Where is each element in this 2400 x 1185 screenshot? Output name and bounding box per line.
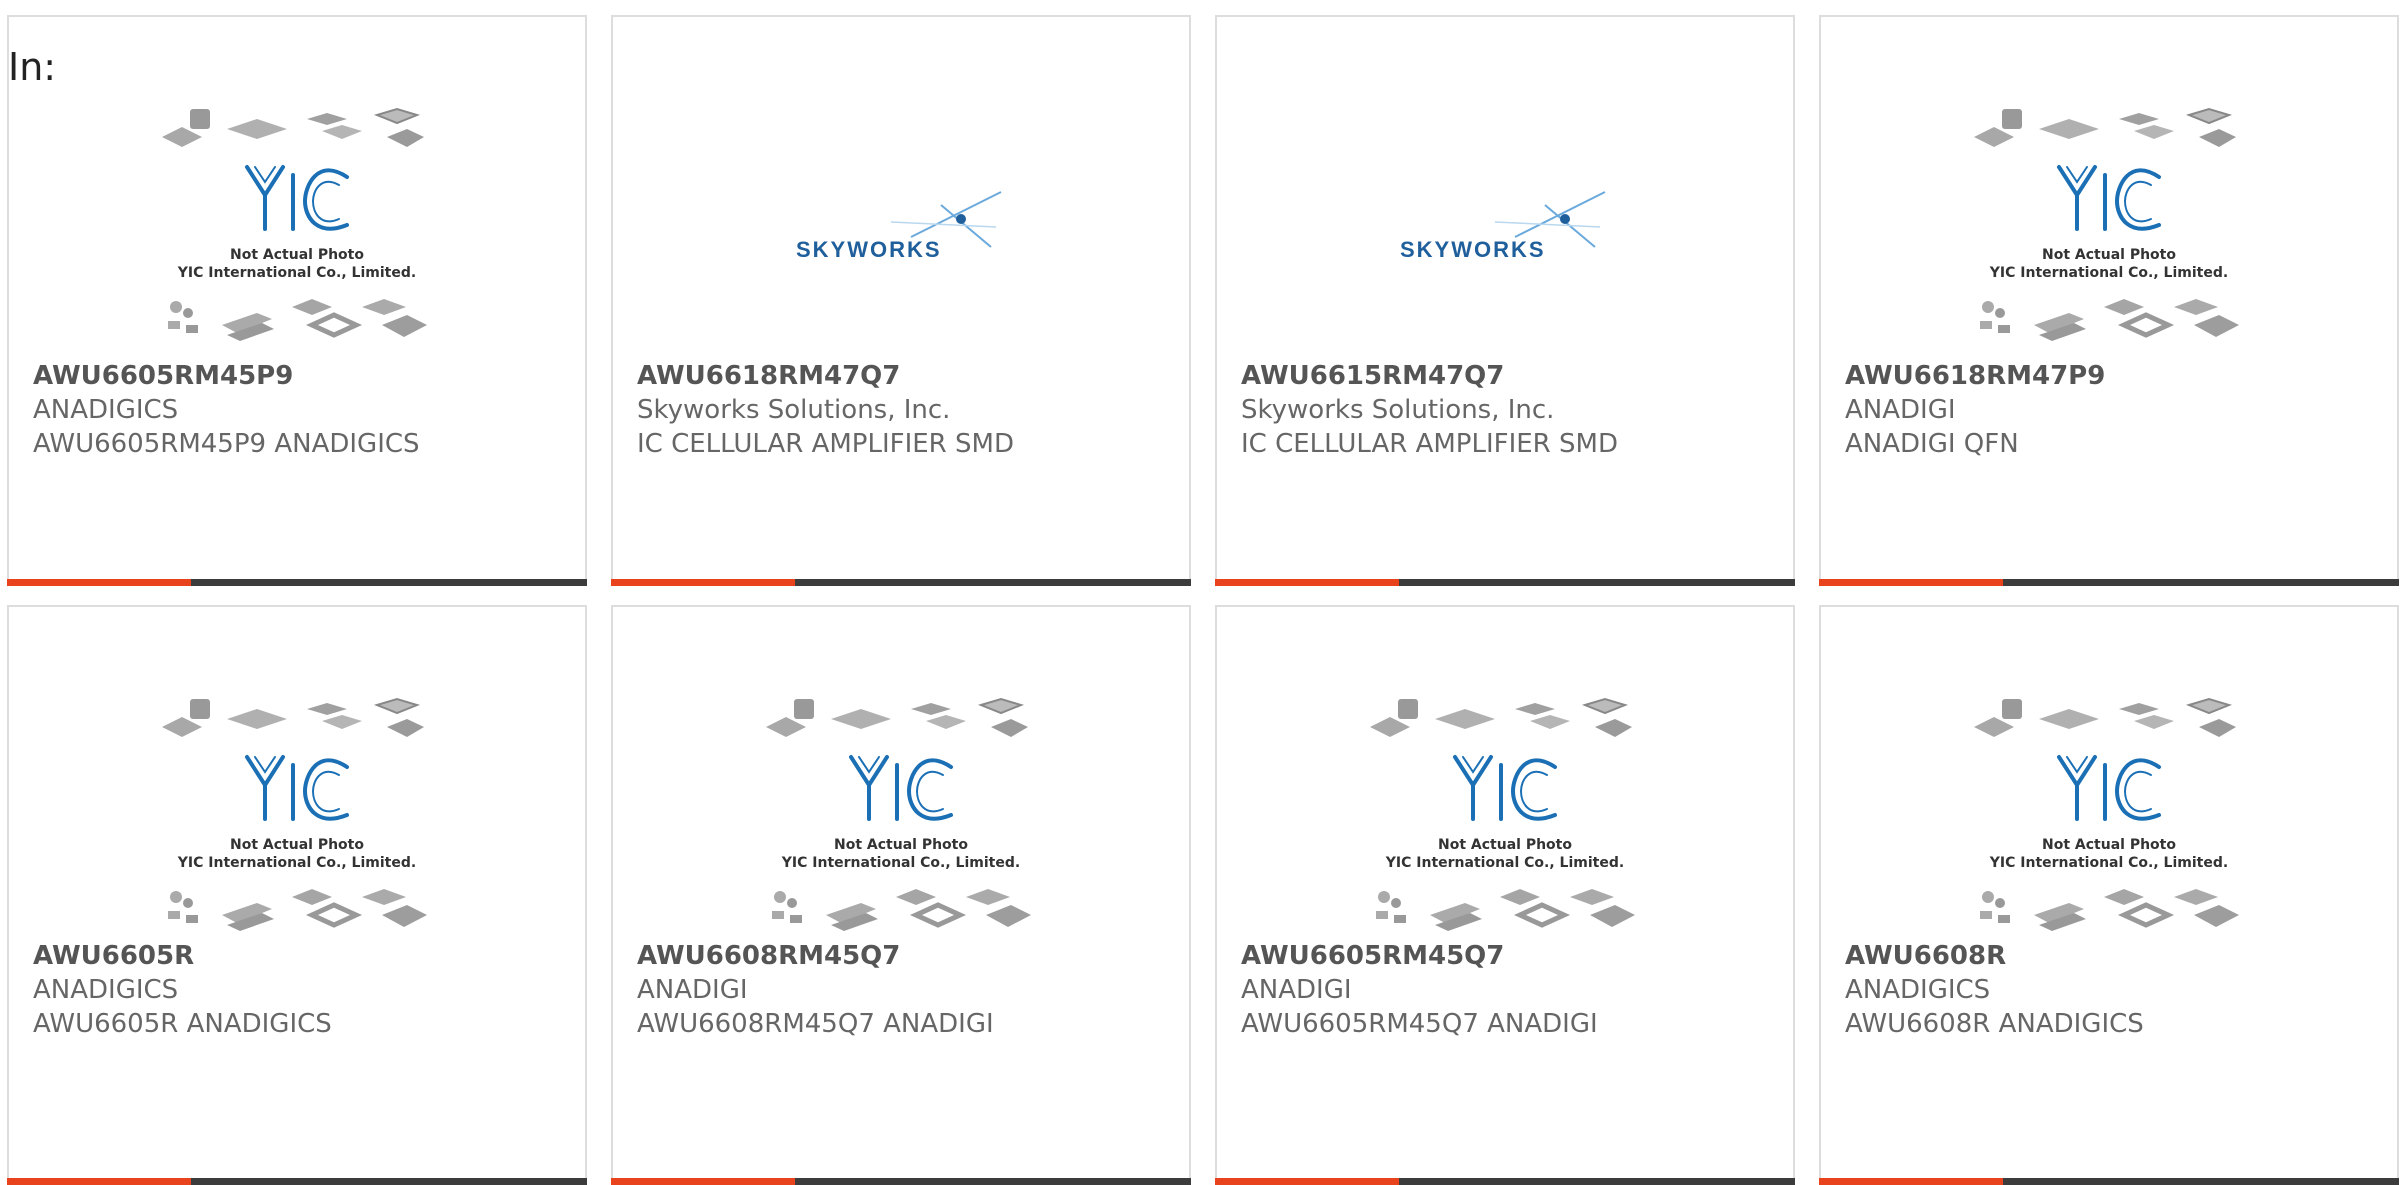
manufacturer-name: ANADIGICS — [33, 975, 179, 1005]
not-actual-photo-line1: Not Actual Photo — [2042, 837, 2176, 853]
product-grid: Not Actual Photo YIC International Co., L… — [0, 0, 2400, 1185]
product-description: AWU6605R ANADIGICS — [33, 1009, 332, 1039]
skyworks-logo-text: SKYWORKS — [796, 237, 942, 262]
part-number-link[interactable]: AWU6605R — [33, 939, 575, 973]
manufacturer-name: Skyworks Solutions, Inc. — [637, 395, 951, 425]
card-accent-segment — [1819, 579, 2003, 586]
skyworks-logo-image[interactable]: SKYWORKS — [1217, 97, 1793, 367]
part-number-link[interactable]: AWU6605RM45P9 — [33, 359, 575, 393]
manufacturer-name: ANADIGI — [1845, 395, 1956, 425]
product-card[interactable]: Not Actual Photo YIC International Co., L… — [7, 15, 587, 586]
product-card[interactable]: SKYWORKS AWU6615RM47Q7 Skyworks Solutions,… — [1215, 15, 1795, 586]
not-actual-photo-line2: YIC International Co., Limited. — [781, 855, 1020, 871]
not-actual-photo-line1: Not Actual Photo — [230, 247, 364, 263]
product-info: AWU6618RM47Q7 Skyworks Solutions, Inc. IC … — [637, 359, 1179, 461]
not-actual-photo-image[interactable]: Not Actual Photo YIC International Co., L… — [9, 687, 585, 957]
product-info: AWU6605RM45P9 ANADIGICS AWU6605RM45P9 ANAD… — [33, 359, 575, 461]
card-accent-bar — [611, 1178, 1191, 1185]
product-info: AWU6608R ANADIGICS AWU6608R ANADIGICS — [1845, 939, 2387, 1041]
not-actual-photo-line1: Not Actual Photo — [834, 837, 968, 853]
card-accent-segment — [1819, 1178, 2003, 1185]
not-actual-photo-line2: YIC International Co., Limited. — [177, 855, 416, 871]
not-actual-photo-line1: Not Actual Photo — [230, 837, 364, 853]
not-actual-photo-image[interactable]: Not Actual Photo YIC International Co., L… — [613, 687, 1189, 957]
product-description: AWU6605RM45P9 ANADIGICS — [33, 429, 420, 459]
product-description: AWU6608R ANADIGICS — [1845, 1009, 2144, 1039]
not-actual-photo-image[interactable]: Not Actual Photo YIC International Co., L… — [9, 97, 585, 367]
product-description: AWU6608RM45Q7 ANADIGI — [637, 1009, 994, 1039]
manufacturer-name: Skyworks Solutions, Inc. — [1241, 395, 1555, 425]
product-card[interactable]: Not Actual Photo YIC International Co., L… — [1819, 15, 2399, 586]
product-info: AWU6605R ANADIGICS AWU6605R ANADIGICS — [33, 939, 575, 1041]
manufacturer-name: ANADIGI — [637, 975, 748, 1005]
not-actual-photo-line2: YIC International Co., Limited. — [1989, 855, 2228, 871]
card-accent-bar — [611, 579, 1191, 586]
product-card[interactable]: Not Actual Photo YIC International Co., L… — [7, 605, 587, 1185]
card-accent-bar — [1215, 1178, 1795, 1185]
not-actual-photo-line2: YIC International Co., Limited. — [1385, 855, 1624, 871]
not-actual-photo-image[interactable]: Not Actual Photo YIC International Co., L… — [1821, 97, 2397, 367]
part-number-link[interactable]: AWU6615RM47Q7 — [1241, 359, 1783, 393]
skyworks-logo-image[interactable]: SKYWORKS — [613, 97, 1189, 367]
card-accent-bar — [7, 1178, 587, 1185]
in-label: In: — [8, 45, 57, 89]
manufacturer-name: ANADIGICS — [1845, 975, 1991, 1005]
product-card[interactable]: Not Actual Photo YIC International Co., L… — [1215, 605, 1795, 1185]
product-description: ANADIGI QFN — [1845, 429, 2019, 459]
manufacturer-name: ANADIGI — [1241, 975, 1352, 1005]
card-accent-segment — [611, 579, 795, 586]
product-info: AWU6615RM47Q7 Skyworks Solutions, Inc. IC … — [1241, 359, 1783, 461]
manufacturer-name: ANADIGICS — [33, 395, 179, 425]
card-accent-segment — [1215, 1178, 1399, 1185]
product-card[interactable]: Not Actual Photo YIC International Co., L… — [611, 605, 1191, 1185]
card-accent-bar — [1819, 579, 2399, 586]
card-accent-bar — [7, 579, 587, 586]
part-number-link[interactable]: AWU6608RM45Q7 — [637, 939, 1179, 973]
card-accent-segment — [7, 579, 191, 586]
product-description: AWU6605RM45Q7 ANADIGI — [1241, 1009, 1598, 1039]
part-number-link[interactable]: AWU6618RM47Q7 — [637, 359, 1179, 393]
card-accent-segment — [7, 1178, 191, 1185]
product-card[interactable]: Not Actual Photo YIC International Co., L… — [1819, 605, 2399, 1185]
not-actual-photo-line1: Not Actual Photo — [1438, 837, 1572, 853]
product-card[interactable]: SKYWORKS AWU6618RM47Q7 Skyworks Solutions,… — [611, 15, 1191, 586]
card-accent-segment — [611, 1178, 795, 1185]
card-accent-bar — [1215, 579, 1795, 586]
not-actual-photo-line2: YIC International Co., Limited. — [177, 265, 416, 281]
card-accent-bar — [1819, 1178, 2399, 1185]
product-description: IC CELLULAR AMPLIFIER SMD — [637, 429, 1014, 459]
part-number-link[interactable]: AWU6618RM47P9 — [1845, 359, 2387, 393]
product-info: AWU6608RM45Q7 ANADIGI AWU6608RM45Q7 ANADIG… — [637, 939, 1179, 1041]
product-info: AWU6605RM45Q7 ANADIGI AWU6605RM45Q7 ANADIG… — [1241, 939, 1783, 1041]
skyworks-logo-text: SKYWORKS — [1400, 237, 1546, 262]
product-description: IC CELLULAR AMPLIFIER SMD — [1241, 429, 1618, 459]
not-actual-photo-line2: YIC International Co., Limited. — [1989, 265, 2228, 281]
part-number-link[interactable]: AWU6605RM45Q7 — [1241, 939, 1783, 973]
product-info: AWU6618RM47P9 ANADIGI ANADIGI QFN — [1845, 359, 2387, 461]
not-actual-photo-image[interactable]: Not Actual Photo YIC International Co., L… — [1217, 687, 1793, 957]
not-actual-photo-image[interactable]: Not Actual Photo YIC International Co., L… — [1821, 687, 2397, 957]
not-actual-photo-line1: Not Actual Photo — [2042, 247, 2176, 263]
part-number-link[interactable]: AWU6608R — [1845, 939, 2387, 973]
card-accent-segment — [1215, 579, 1399, 586]
